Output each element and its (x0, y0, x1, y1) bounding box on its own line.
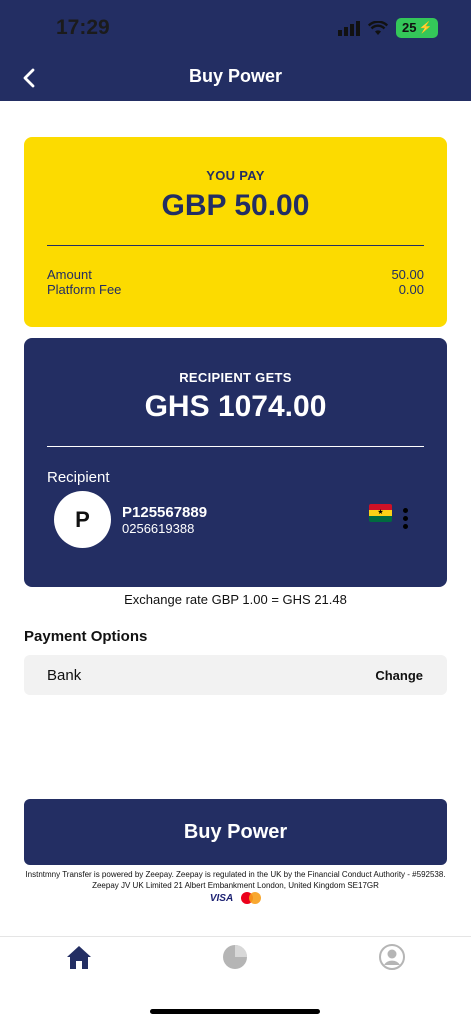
battery-level: 25 (402, 20, 417, 35)
page-title: Buy Power (188, 66, 283, 86)
amount-value: 50.00 (391, 267, 424, 282)
battery-icon: 25 ⚡ (396, 18, 439, 38)
payment-method-label: Bank (47, 667, 82, 684)
platform-fee-label: Platform Fee (47, 282, 122, 297)
navigation-bar: Buy Power (0, 58, 471, 101)
system-icons: 25 ⚡ (338, 18, 439, 38)
home-icon[interactable] (65, 943, 93, 971)
you-pay-amount: GBP 50.00 (161, 189, 310, 222)
status-bar: 17:29 25 ⚡ (0, 0, 471, 58)
status-time: 17:29 (56, 16, 110, 39)
mastercard-icon (241, 892, 262, 904)
recipient-gets-label: RECIPIENT GETS (179, 370, 292, 385)
payment-options-title: Payment Options (24, 628, 148, 645)
recipient-phone: 0256619388 (122, 521, 195, 536)
divider (47, 446, 424, 447)
amount-row: Amount 50.00 (47, 267, 424, 282)
recipient-heading: Recipient (47, 469, 110, 486)
signal-icon (338, 20, 360, 36)
change-payment-button[interactable]: Change (375, 668, 423, 683)
amount-label: Amount (47, 267, 92, 282)
card-logos: VISA (0, 892, 471, 904)
more-options-icon[interactable] (401, 508, 409, 532)
buy-power-button[interactable]: Buy Power (24, 799, 447, 865)
pie-chart-icon[interactable] (221, 943, 249, 971)
platform-fee-row: Platform Fee 0.00 (47, 282, 424, 297)
charging-bolt-icon: ⚡ (418, 22, 433, 34)
recipient-id: P125567889 (122, 504, 208, 521)
payment-method-selector: Bank Change (24, 655, 447, 695)
home-indicator (150, 1009, 320, 1014)
you-pay-card: YOU PAY GBP 50.00 Amount 50.00 Platform … (24, 137, 447, 327)
visa-logo: VISA (209, 892, 234, 904)
exchange-rate: Exchange rate GBP 1.00 = GHS 21.48 (124, 592, 347, 607)
profile-icon[interactable] (378, 943, 406, 971)
wifi-icon (368, 20, 388, 35)
ghana-flag-icon: ★ (369, 504, 392, 522)
platform-fee-value: 0.00 (398, 282, 424, 297)
recipient-gets-amount: GHS 1074.00 (144, 390, 327, 423)
recipient-gets-card: RECIPIENT GETS GHS 1074.00 Recipient P P… (24, 338, 447, 587)
you-pay-label: YOU PAY (206, 168, 265, 183)
recipient-avatar: P (54, 491, 111, 548)
disclaimer-text: Instntmny Transfer is powered by Zeepay.… (25, 870, 446, 890)
divider (47, 245, 424, 246)
